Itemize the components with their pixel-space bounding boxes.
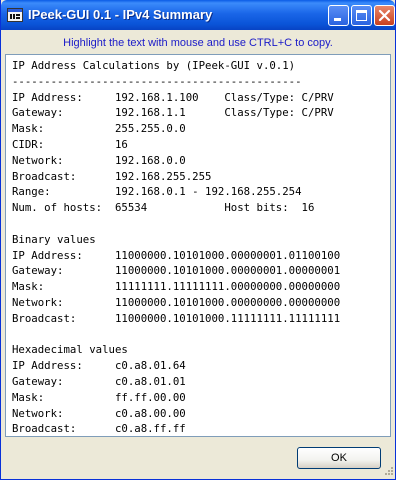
resize-grip-icon[interactable]: [382, 466, 394, 478]
summary-line[interactable]: Gateway: 192.168.1.1 Class/Type: C/PRV: [12, 105, 340, 121]
summary-line[interactable]: Mask: ff.ff.00.00: [12, 390, 340, 406]
summary-line[interactable]: IP Address: c0.a8.01.64: [12, 358, 340, 374]
summary-line[interactable]: ----------------------------------------…: [12, 74, 340, 90]
title-bar[interactable]: IPeek-GUI 0.1 - IPv4 Summary: [1, 0, 395, 30]
minimize-icon: [334, 18, 341, 21]
close-button[interactable]: [374, 5, 395, 26]
summary-lines: IP Address Calculations by (IPeek-GUI v.…: [12, 58, 340, 436]
summary-line[interactable]: Broadcast: c0.a8.ff.ff: [12, 421, 340, 436]
summary-line[interactable]: IP Address Calculations by (IPeek-GUI v.…: [12, 58, 340, 74]
summary-line[interactable]: Network: 192.168.0.0: [12, 153, 340, 169]
summary-line[interactable]: CIDR: 16: [12, 137, 340, 153]
maximize-icon: [356, 10, 367, 21]
summary-text-area[interactable]: IP Address Calculations by (IPeek-GUI v.…: [5, 54, 391, 437]
ok-button[interactable]: OK: [297, 447, 381, 469]
summary-line[interactable]: Network: c0.a8.00.00: [12, 406, 340, 422]
summary-line[interactable]: Gateway: c0.a8.01.01: [12, 374, 340, 390]
minimize-button[interactable]: [328, 5, 349, 26]
summary-line[interactable]: Binary values: [12, 232, 340, 248]
summary-line[interactable]: [12, 327, 340, 343]
app-window-icon[interactable]: [7, 7, 23, 23]
summary-line[interactable]: IP Address: 192.168.1.100 Class/Type: C/…: [12, 90, 340, 106]
summary-line[interactable]: Num. of hosts: 65534 Host bits: 16: [12, 200, 340, 216]
summary-line[interactable]: Broadcast: 11000000.10101000.11111111.11…: [12, 311, 340, 327]
close-icon: [378, 9, 391, 22]
maximize-button[interactable]: [351, 5, 372, 26]
summary-line[interactable]: Mask: 11111111.11111111.00000000.0000000…: [12, 279, 340, 295]
window-title: IPeek-GUI 0.1 - IPv4 Summary: [28, 7, 213, 22]
summary-line[interactable]: Range: 192.168.0.1 - 192.168.255.254: [12, 184, 340, 200]
summary-line[interactable]: Network: 11000000.10101000.00000000.0000…: [12, 295, 340, 311]
summary-line[interactable]: [12, 216, 340, 232]
summary-window: IPeek-GUI 0.1 - IPv4 Summary Highlight t…: [0, 0, 396, 480]
copy-hint-text: Highlight the text with mouse and use CT…: [63, 37, 333, 49]
summary-line[interactable]: Hexadecimal values: [12, 342, 340, 358]
summary-line[interactable]: IP Address: 11000000.10101000.00000001.0…: [12, 248, 340, 264]
summary-line[interactable]: Broadcast: 192.168.255.255: [12, 169, 340, 185]
summary-line[interactable]: Mask: 255.255.0.0: [12, 121, 340, 137]
summary-line[interactable]: Gateway: 11000000.10101000.00000001.0000…: [12, 263, 340, 279]
